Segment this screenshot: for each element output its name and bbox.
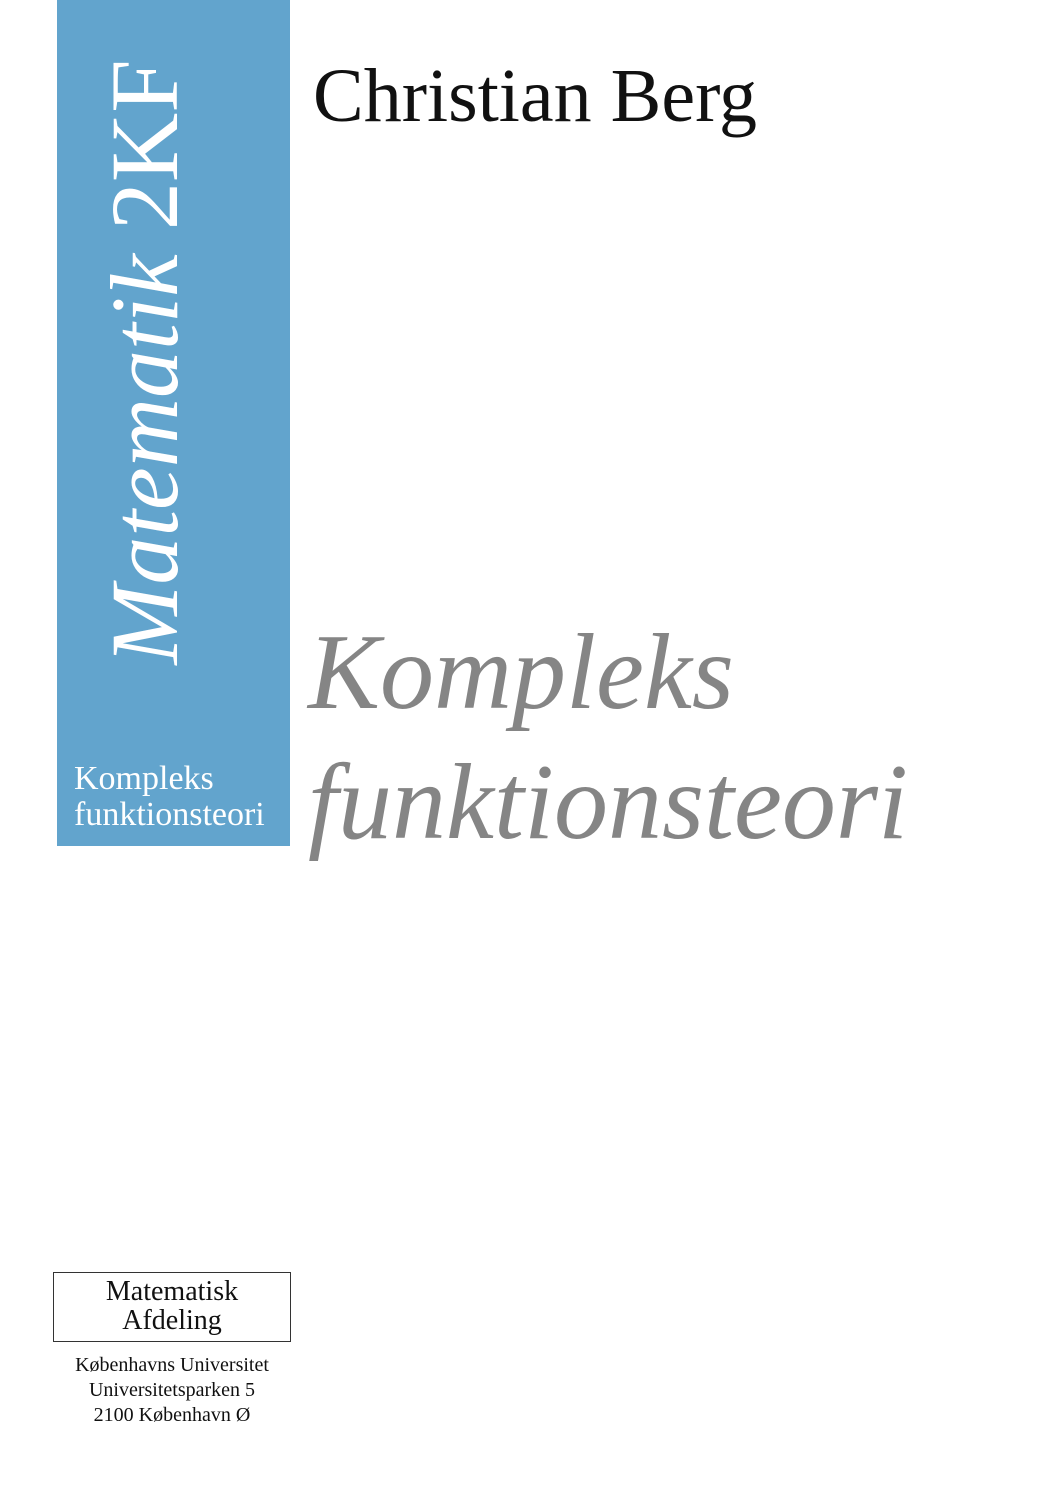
- address-line: 2100 København Ø: [93, 1404, 251, 1426]
- department-line: Matematisk: [105, 1276, 239, 1307]
- series-title-italic: Matematik: [91, 254, 198, 665]
- department-line: Afdeling: [122, 1305, 222, 1336]
- author-name: Christian Berg: [313, 54, 758, 138]
- band-subtitle-line: funktionsteori: [74, 796, 265, 833]
- series-title-code: 2KF: [91, 59, 198, 231]
- book-title-line: funktionsteori: [308, 743, 908, 862]
- series-title: Matematik 2KF: [91, 59, 198, 664]
- book-title-line: Kompleks: [308, 613, 734, 732]
- department-box: Matematisk Afdeling: [53, 1272, 291, 1342]
- address-line: Københavns Universitet: [75, 1354, 269, 1376]
- book-title: Kompleks funktionsteori: [308, 608, 908, 868]
- address-line: Universitetsparken 5: [88, 1379, 256, 1401]
- band-subtitle-line: Kompleks: [74, 760, 214, 797]
- publisher-address: Københavns Universitet Universitetsparke…: [53, 1353, 291, 1428]
- band-subtitle: Kompleks funktionsteori: [74, 761, 265, 833]
